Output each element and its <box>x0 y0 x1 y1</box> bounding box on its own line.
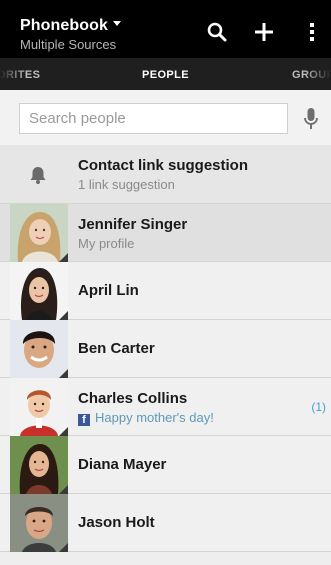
contact-name: Ben Carter <box>78 340 155 357</box>
contact-row[interactable]: Charles Collins f Happy mother's day! (1) <box>0 378 331 436</box>
app-title-dropdown[interactable]: Phonebook <box>20 17 122 35</box>
search-row <box>0 90 331 145</box>
avatar <box>10 204 68 262</box>
app-title-label: Phonebook <box>20 17 109 34</box>
avatar-corner <box>59 369 68 378</box>
search-input[interactable] <box>20 104 287 133</box>
contact-name: Diana Mayer <box>78 456 167 473</box>
avatar <box>10 494 68 552</box>
plus-icon[interactable] <box>252 20 276 44</box>
contact-row[interactable]: Diana Mayer <box>0 436 331 494</box>
contact-name: Jason Holt <box>78 514 155 531</box>
tab-people[interactable]: PEOPLE <box>0 69 331 81</box>
update-count[interactable]: (1) <box>311 400 326 414</box>
microphone-icon[interactable] <box>303 108 319 130</box>
avatar-corner <box>59 253 68 262</box>
contact-subtitle: My profile <box>78 236 135 251</box>
contact-name: Charles Collins <box>78 390 188 407</box>
avatar-corner <box>59 427 68 436</box>
avatar <box>10 378 68 436</box>
search-icon[interactable] <box>205 20 229 44</box>
contact-name: Jennifer Singer <box>78 216 188 233</box>
contact-list: Contact link suggestion 1 link suggestio… <box>0 145 331 552</box>
status-text: Happy mother's day! <box>95 410 214 425</box>
avatar <box>10 320 68 378</box>
dropdown-caret-icon <box>113 21 122 27</box>
overflow-menu-icon[interactable] <box>300 20 324 44</box>
tab-fade-right <box>305 58 331 90</box>
avatar-corner <box>59 485 68 494</box>
contact-row[interactable]: Jason Holt <box>0 494 331 552</box>
contact-row[interactable]: Jennifer Singer My profile <box>0 204 331 262</box>
avatar <box>10 262 68 320</box>
app-subtitle: Multiple Sources <box>20 37 117 52</box>
search-box <box>19 103 288 134</box>
bell-icon <box>30 167 46 184</box>
tab-fade-left <box>0 58 26 90</box>
tab-bar: ORITES PEOPLE GROUP <box>0 58 331 90</box>
avatar <box>10 436 68 494</box>
suggestion-title: Contact link suggestion <box>78 157 249 174</box>
suggestion-subtitle: 1 link suggestion <box>78 177 175 192</box>
facebook-icon: f <box>78 414 90 426</box>
contact-row[interactable]: April Lin <box>0 262 331 320</box>
avatar-corner <box>59 543 68 552</box>
avatar-corner <box>59 311 68 320</box>
contact-row[interactable]: Ben Carter <box>0 320 331 378</box>
action-bar: Phonebook Multiple Sources <box>0 0 331 58</box>
contact-name: April Lin <box>78 282 139 299</box>
contact-status: f Happy mother's day! <box>78 410 214 426</box>
contact-link-suggestion-row[interactable]: Contact link suggestion 1 link suggestio… <box>0 145 331 204</box>
